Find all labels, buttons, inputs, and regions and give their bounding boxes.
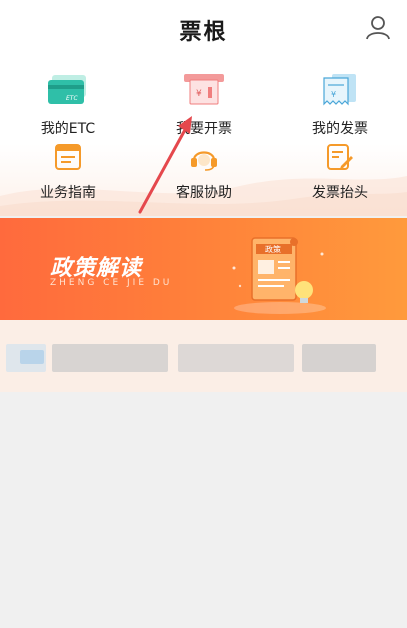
notice-strip[interactable] xyxy=(0,320,407,392)
banner-subtitle: ZHENG CE JIE DU xyxy=(50,278,173,288)
user-icon[interactable] xyxy=(365,14,391,40)
svg-text:¥: ¥ xyxy=(196,89,202,99)
menu-item-label: 业务指南 xyxy=(40,185,96,201)
menu-item-label: 客服协助 xyxy=(176,185,232,201)
menu-item-label: 我要开票 xyxy=(176,121,232,137)
invoice-receipt-icon: ¥ xyxy=(323,74,356,106)
svg-text:¥: ¥ xyxy=(331,90,336,99)
policy-banner[interactable]: 政策解读 ZHENG CE JIE DU 政策 xyxy=(0,218,407,320)
banner-doc-label: 政策 xyxy=(265,244,281,254)
menu-item-request-invoice[interactable]: ¥ 我要开票 xyxy=(136,70,272,140)
headset-icon xyxy=(191,151,217,171)
menu-item-my-etc[interactable]: ETC 我的ETC xyxy=(0,70,136,140)
menu-item-guide[interactable]: 业务指南 xyxy=(0,140,136,210)
invoice-print-icon: ¥ xyxy=(184,74,224,105)
policy-document-illustration: 政策 xyxy=(232,237,326,314)
menu-item-invoice-title[interactable]: 发票抬头 xyxy=(272,140,407,210)
page-title: 票根 xyxy=(179,20,228,45)
blurred-notice-content xyxy=(6,344,386,372)
app-header: 票根 xyxy=(0,0,407,56)
menu-item-customer-service[interactable]: 客服协助 xyxy=(136,140,272,210)
etc-card-icon: ETC xyxy=(48,75,86,104)
menu-item-label: 发票抬头 xyxy=(312,185,368,201)
function-menu: ETC 我的ETC ¥ 我要开票 ¥ 我的发票 业务指南 客服协助 发票抬头 xyxy=(0,56,407,216)
menu-item-my-invoices[interactable]: ¥ 我的发票 xyxy=(272,70,407,140)
menu-item-label: 我的发票 xyxy=(312,121,368,137)
menu-item-label: 我的ETC xyxy=(40,121,96,137)
guide-icon xyxy=(55,144,81,170)
edit-title-icon xyxy=(327,144,353,170)
svg-text:ETC: ETC xyxy=(66,95,78,102)
